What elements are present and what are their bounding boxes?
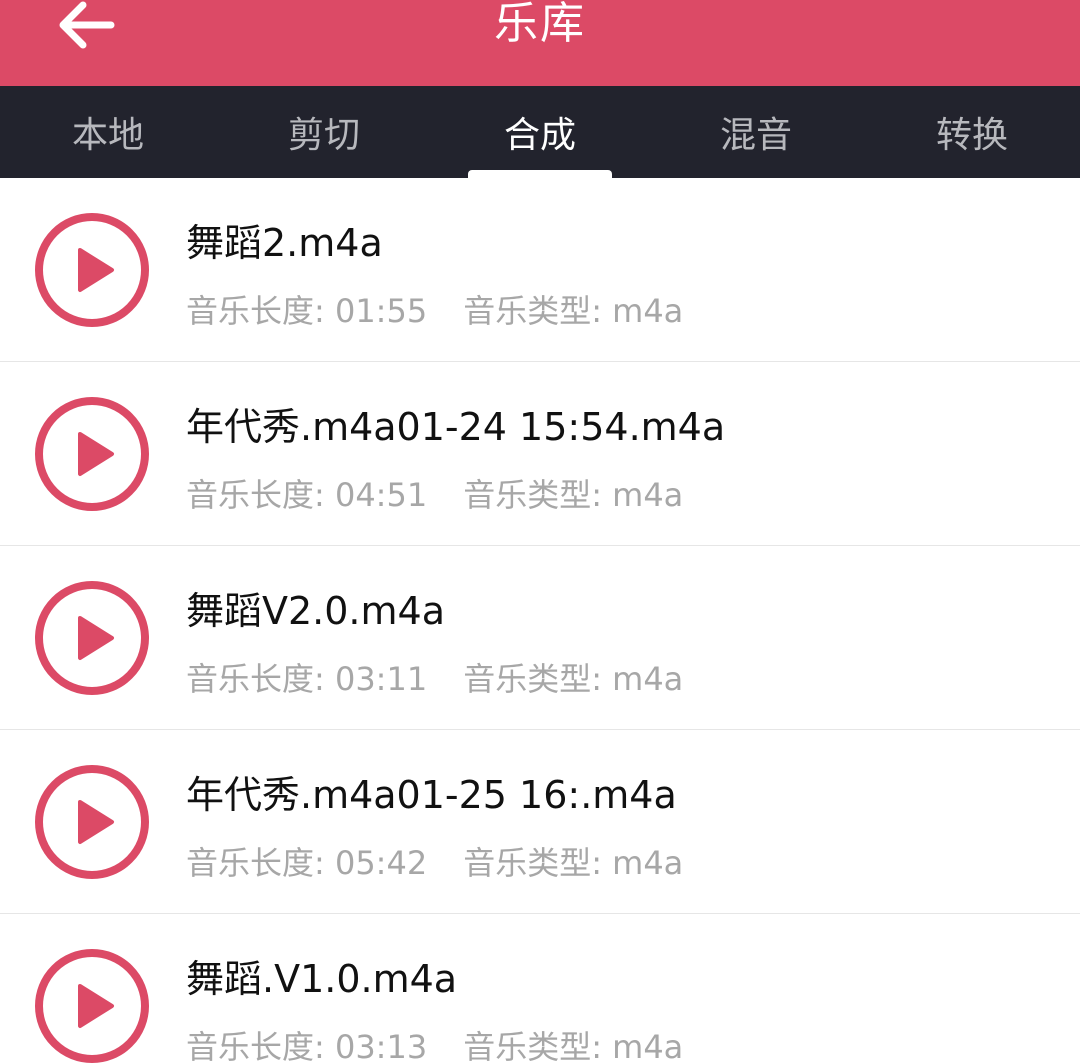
tab-local[interactable]: 本地 xyxy=(0,86,216,178)
song-row[interactable]: 舞蹈V2.0.m4a 音乐长度: 03:11 音乐类型: m4a xyxy=(0,546,1080,730)
music-library-screen: 乐库 本地 剪切 合成 混音 转换 舞蹈2.m4a 音乐长度: 01:55 音乐类… xyxy=(0,0,1080,1064)
song-title: 舞蹈.V1.0.m4a xyxy=(186,957,458,1001)
song-row[interactable]: 年代秀.m4a01-24 15:54.m4a 音乐长度: 04:51 音乐类型: … xyxy=(0,362,1080,546)
song-meta: 音乐长度: 05:42 音乐类型: m4a xyxy=(186,838,683,884)
play-circle-icon[interactable] xyxy=(34,212,150,328)
song-meta: 音乐长度: 03:13 音乐类型: m4a xyxy=(186,1022,683,1064)
song-row[interactable]: 年代秀.m4a01-25 16:.m4a 音乐长度: 05:42 音乐类型: m4… xyxy=(0,730,1080,914)
song-meta: 音乐长度: 01:55 音乐类型: m4a xyxy=(186,286,683,332)
song-meta: 音乐长度: 04:51 音乐类型: m4a xyxy=(186,470,683,516)
song-length: 音乐长度: 01:55 xyxy=(186,292,428,330)
app-header: 乐库 xyxy=(0,0,1080,86)
tab-label: 合成 xyxy=(503,115,576,156)
song-title: 年代秀.m4a01-24 15:54.m4a xyxy=(186,405,726,449)
song-length: 音乐长度: 04:51 xyxy=(186,476,428,514)
song-type: 音乐类型: m4a xyxy=(463,292,684,330)
play-circle-icon[interactable] xyxy=(34,948,150,1064)
tab-convert[interactable]: 转换 xyxy=(864,86,1080,178)
song-title: 舞蹈V2.0.m4a xyxy=(186,589,445,633)
song-length: 音乐长度: 03:13 xyxy=(186,1028,428,1064)
tab-mix[interactable]: 混音 xyxy=(648,86,864,178)
tab-label: 转换 xyxy=(935,115,1008,156)
song-row[interactable]: 舞蹈2.m4a 音乐长度: 01:55 音乐类型: m4a xyxy=(0,178,1080,362)
song-type: 音乐类型: m4a xyxy=(463,1028,684,1064)
song-type: 音乐类型: m4a xyxy=(463,844,684,882)
song-length: 音乐长度: 03:11 xyxy=(186,660,428,698)
tab-label: 本地 xyxy=(71,115,144,156)
tab-bar: 本地 剪切 合成 混音 转换 xyxy=(0,86,1080,178)
play-circle-icon[interactable] xyxy=(34,764,150,880)
song-meta: 音乐长度: 03:11 音乐类型: m4a xyxy=(186,654,683,700)
song-list: 舞蹈2.m4a 音乐长度: 01:55 音乐类型: m4a 年代秀.m4a01-2… xyxy=(0,178,1080,1064)
play-circle-icon[interactable] xyxy=(34,580,150,696)
song-title: 舞蹈2.m4a xyxy=(186,221,383,265)
song-length: 音乐长度: 05:42 xyxy=(186,844,428,882)
tab-label: 混音 xyxy=(719,115,792,156)
song-type: 音乐类型: m4a xyxy=(463,660,684,698)
page-title: 乐库 xyxy=(494,0,586,49)
tab-merge[interactable]: 合成 xyxy=(432,86,648,178)
tab-label: 剪切 xyxy=(287,115,360,156)
song-title: 年代秀.m4a01-25 16:.m4a xyxy=(186,773,677,817)
play-circle-icon[interactable] xyxy=(34,396,150,512)
tab-cut[interactable]: 剪切 xyxy=(216,86,432,178)
song-type: 音乐类型: m4a xyxy=(463,476,684,514)
song-row[interactable]: 舞蹈.V1.0.m4a 音乐长度: 03:13 音乐类型: m4a xyxy=(0,914,1080,1064)
